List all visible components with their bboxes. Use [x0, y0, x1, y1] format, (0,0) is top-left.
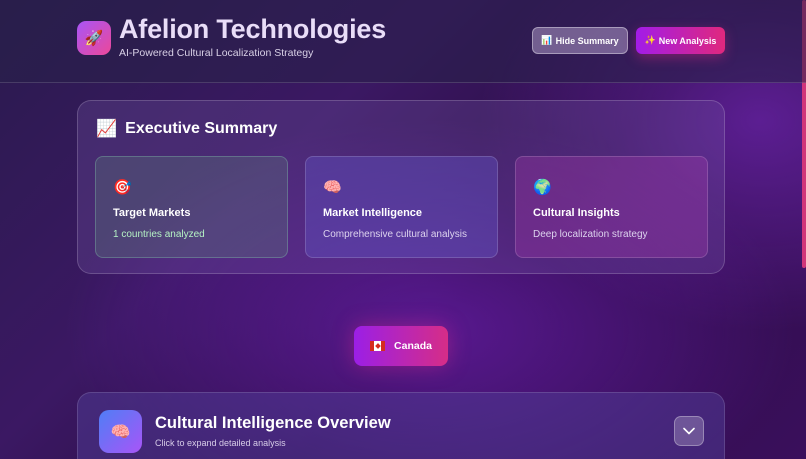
market-intelligence-card: 🧠 Market Intelligence Comprehensive cult… — [305, 156, 498, 258]
app-header: 🚀 Afelion Technologies AI-Powered Cultur… — [0, 0, 806, 83]
target-icon: 🎯 — [113, 179, 132, 196]
rocket-icon: 🚀 — [77, 21, 111, 55]
cultural-insights-card: 🌍 Cultural Insights Deep localization st… — [515, 156, 708, 258]
card-title: Market Intelligence — [323, 207, 423, 219]
globe-icon: 🌍 — [533, 179, 552, 196]
hide-summary-button[interactable]: 📊 Hide Summary — [532, 27, 628, 54]
overview-title: Cultural Intelligence Overview — [155, 414, 391, 432]
app-title: Afelion Technologies — [119, 14, 387, 44]
executive-summary-heading: 📈 Executive Summary — [96, 119, 277, 139]
card-subtitle: Comprehensive cultural analysis — [323, 229, 467, 240]
cultural-overview-panel[interactable]: 🧠 Cultural Intelligence Overview Click t… — [77, 392, 725, 459]
new-analysis-button[interactable]: ✨ New Analysis — [636, 27, 725, 54]
overview-subtitle: Click to expand detailed analysis — [155, 438, 286, 448]
target-markets-card: 🎯 Target Markets 1 countries analyzed — [95, 156, 288, 258]
new-analysis-label: New Analysis — [658, 35, 717, 46]
country-tab-canada[interactable]: Canada — [354, 326, 448, 366]
trending-chart-icon: 📈 — [96, 119, 118, 138]
executive-summary-title: Executive Summary — [125, 120, 278, 137]
app-subtitle: AI-Powered Cultural Localization Strateg… — [119, 47, 314, 59]
card-subtitle: 1 countries analyzed — [113, 229, 205, 240]
expand-toggle-button[interactable] — [674, 416, 704, 446]
brain-icon: 🧠 — [323, 179, 342, 196]
chart-icon: 📊 — [541, 35, 553, 45]
card-title: Cultural Insights — [533, 207, 620, 219]
chevron-down-icon — [683, 427, 695, 435]
card-title: Target Markets — [113, 207, 191, 219]
country-label: Canada — [394, 340, 432, 352]
card-subtitle: Deep localization strategy — [533, 229, 648, 240]
executive-summary-panel: 📈 Executive Summary 🎯 Target Markets 1 c… — [77, 100, 725, 274]
brain-icon: 🧠 — [99, 410, 142, 453]
sparkles-icon: ✨ — [644, 35, 656, 45]
hide-summary-label: Hide Summary — [555, 35, 619, 46]
canada-flag-icon — [370, 341, 386, 351]
